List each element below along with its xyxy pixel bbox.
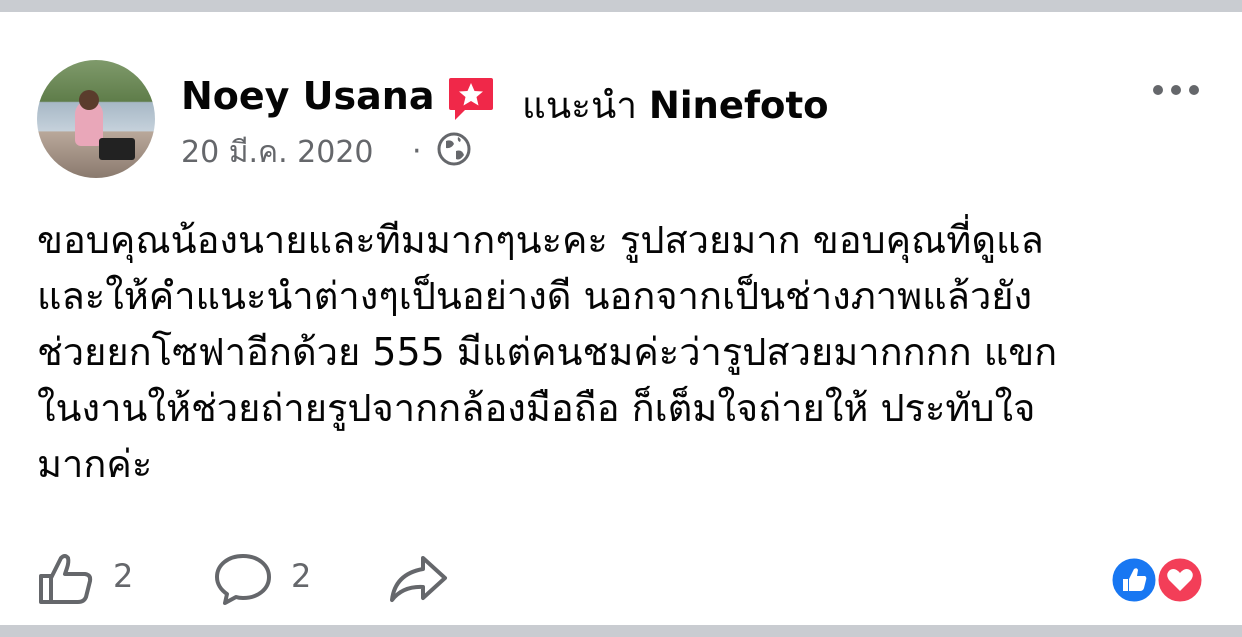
- post-body-line: ขอบคุณน้องนายและทีมมากๆนะคะ รูปสวยมาก ขอ…: [37, 218, 1044, 262]
- post-body-line: ช่วยยกโซฟาอีกด้วย 555 มีแต่คนชมค่ะว่ารูป…: [37, 330, 1058, 374]
- globe-icon: [437, 132, 471, 166]
- avatar-phone: [99, 138, 135, 160]
- like-count[interactable]: 2: [113, 557, 133, 595]
- love-reaction-icon: [1155, 555, 1205, 605]
- recommend-star-icon: [449, 78, 493, 120]
- meta-separator: ·: [412, 134, 422, 169]
- post-body-line: มากค่ะ: [37, 442, 153, 486]
- post-body-line: ในงานให้ช่วยถ่ายรูปจากกล้องมือถือ ก็เต็ม…: [37, 386, 1036, 430]
- post-body: ขอบคุณน้องนายและทีมมากๆนะคะ รูปสวยมาก ขอ…: [37, 212, 1207, 492]
- comment-bubble-icon[interactable]: [213, 552, 273, 606]
- post-card: Noey Usana แนะนำ Ninefoto 20 มี.ค. 2020 …: [0, 12, 1242, 625]
- more-options-icon[interactable]: [1150, 78, 1202, 102]
- thumbs-up-icon[interactable]: [37, 552, 95, 606]
- recommendation-label: แนะนำ Ninefoto: [522, 76, 829, 135]
- comment-count[interactable]: 2: [291, 557, 311, 595]
- recommended-page-link[interactable]: Ninefoto: [649, 84, 829, 127]
- share-arrow-icon[interactable]: [387, 552, 449, 606]
- reaction-summary[interactable]: [1108, 555, 1208, 605]
- post-date[interactable]: 20 มี.ค. 2020: [181, 129, 374, 176]
- recommend-prefix: แนะนำ: [522, 84, 638, 127]
- author-avatar[interactable]: [37, 60, 155, 178]
- post-body-line: และให้คำแนะนำต่างๆเป็นอย่างดี นอกจากเป็น…: [37, 274, 1033, 318]
- like-reaction-icon: [1109, 555, 1159, 605]
- avatar-head: [79, 90, 99, 110]
- author-name[interactable]: Noey Usana: [181, 74, 435, 118]
